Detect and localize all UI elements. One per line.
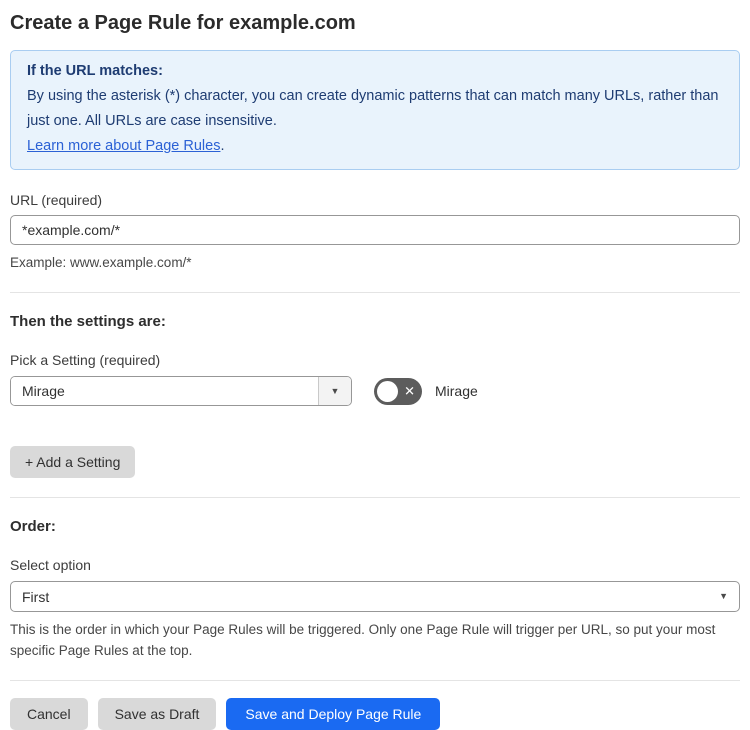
setting-select-arrow-button[interactable]: ▼ <box>318 377 351 405</box>
order-select-label: Select option <box>10 557 91 573</box>
add-setting-button[interactable]: + Add a Setting <box>10 446 136 478</box>
page-title: Create a Page Rule for example.com <box>10 12 356 34</box>
order-section-heading: Order: <box>10 518 56 535</box>
setting-select[interactable]: Mirage ▼ <box>10 376 352 406</box>
info-box-heading: If the URL matches: <box>27 63 163 79</box>
chevron-down-icon: ▼ <box>719 591 728 601</box>
divider <box>10 497 740 498</box>
chevron-down-icon: ▼ <box>330 385 340 396</box>
order-select-value: First <box>22 588 50 605</box>
setting-select-value: Mirage <box>11 377 318 405</box>
setting-row: Mirage ▼ ✕ Mirage <box>10 376 740 406</box>
link-suffix: . <box>220 138 225 154</box>
save-and-deploy-button[interactable]: Save and Deploy Page Rule <box>226 698 441 730</box>
order-select[interactable]: First ▼ <box>10 581 740 612</box>
toggle-off-x-icon: ✕ <box>404 383 415 399</box>
learn-more-link[interactable]: Learn more about Page Rules <box>27 138 220 154</box>
divider <box>10 292 740 293</box>
save-as-draft-button[interactable]: Save as Draft <box>97 698 217 730</box>
url-match-info-box: If the URL matches: By using the asteris… <box>10 50 740 170</box>
info-box-body: By using the asterisk (*) character, you… <box>27 84 723 134</box>
pick-setting-label: Pick a Setting (required) <box>10 352 161 368</box>
cancel-button[interactable]: Cancel <box>10 698 88 730</box>
url-field-label: URL (required) <box>10 192 103 208</box>
toggle-label: Mirage <box>435 383 478 399</box>
mirage-toggle[interactable]: ✕ <box>374 377 422 405</box>
footer-actions: Cancel Save as Draft Save and Deploy Pag… <box>10 698 740 730</box>
url-example-helper: Example: www.example.com/* <box>10 255 192 270</box>
page-rule-form: Create a Page Rule for example.com If th… <box>0 0 750 730</box>
order-helper-text: This is the order in which your Page Rul… <box>10 622 716 658</box>
settings-section-heading: Then the settings are: <box>10 313 166 330</box>
info-box-link-line: Learn more about Page Rules. <box>27 134 723 159</box>
toggle-knob <box>377 380 398 402</box>
divider <box>10 680 740 681</box>
info-box-body-text: By using the asterisk (*) character, you… <box>27 88 719 129</box>
url-input[interactable] <box>10 215 740 245</box>
